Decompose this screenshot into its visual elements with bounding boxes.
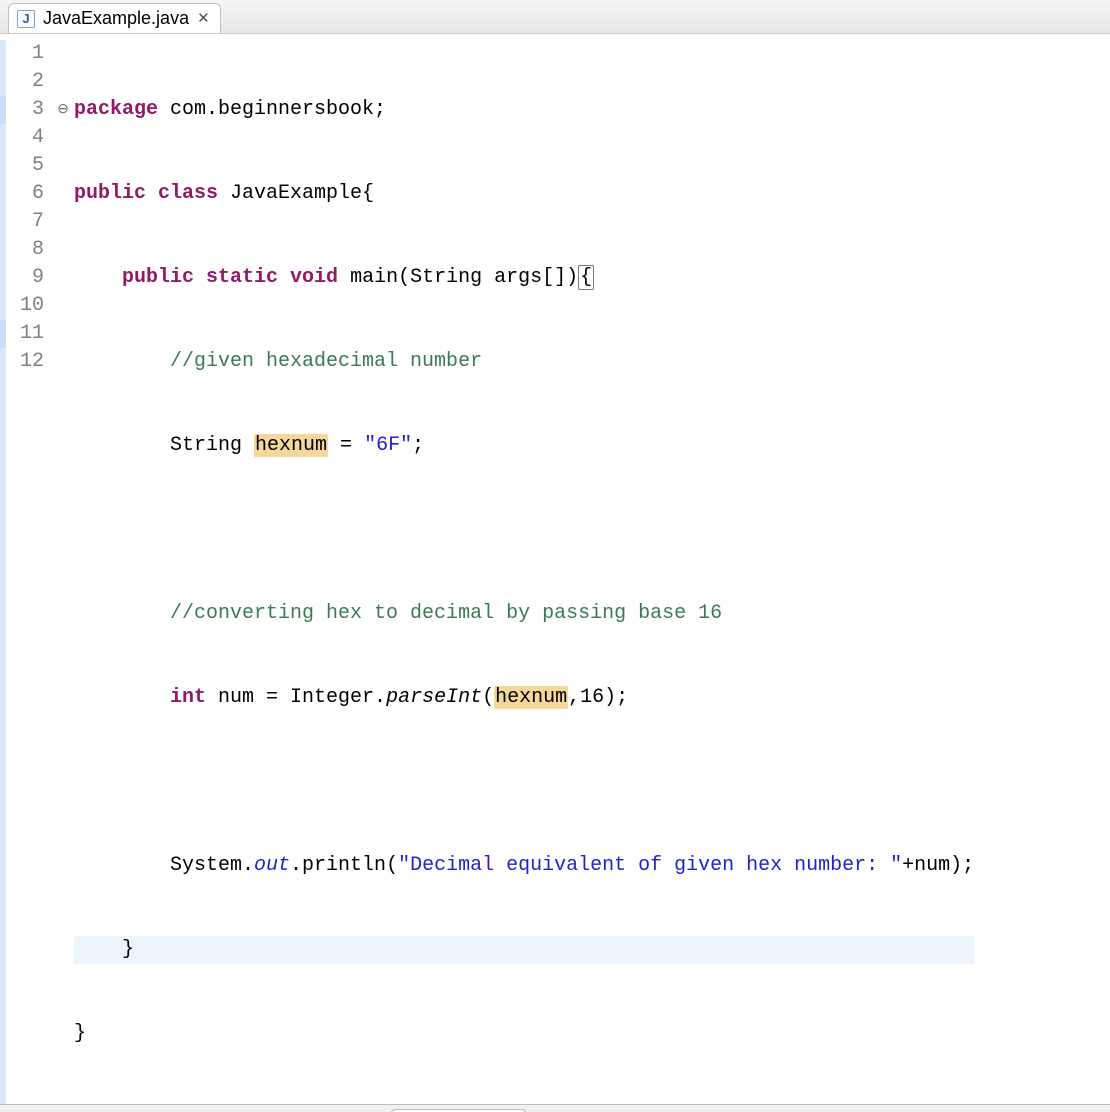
code-line: String hexnum = "6F"; [74, 432, 974, 460]
line-number: 11 [8, 320, 44, 348]
fold-toggle-icon[interactable]: ⊖ [52, 96, 74, 124]
code-line: public class JavaExample{ [74, 180, 974, 208]
line-number: 2 [8, 68, 44, 96]
java-file-icon: J [17, 10, 35, 28]
line-number: 8 [8, 236, 44, 264]
line-number-gutter: 1 2 3 4 5 6 7 8 9 10 11 12 [8, 40, 52, 1104]
line-number: 5 [8, 152, 44, 180]
code-content[interactable]: package com.beginnersbook; public class … [74, 40, 974, 1104]
code-line: int num = Integer.parseInt(hexnum,16); [74, 684, 974, 712]
editor-tab-active[interactable]: J JavaExample.java ✕ [8, 3, 221, 33]
tab-progress[interactable]: Progress [529, 1109, 649, 1112]
line-number: 1 [8, 40, 44, 68]
line-number: 10 [8, 292, 44, 320]
code-line: System.out.println("Decimal equivalent o… [74, 852, 974, 880]
bottom-view-tab-bar: ! Problems @ Javadoc Declaration Console… [0, 1104, 1110, 1112]
tab-console[interactable]: Console ✕ [390, 1109, 527, 1112]
code-line [74, 516, 974, 544]
folding-gutter: ⊖ [52, 40, 74, 1104]
overview-ruler [0, 40, 6, 1104]
code-line: package com.beginnersbook; [74, 96, 974, 124]
close-icon[interactable]: ✕ [197, 9, 210, 28]
line-number: 4 [8, 124, 44, 152]
line-number: 3 [8, 96, 44, 124]
tab-problems[interactable]: ! Problems [6, 1109, 130, 1112]
code-line: //given hexadecimal number [74, 348, 974, 376]
code-line: //converting hex to decimal by passing b… [74, 600, 974, 628]
tab-declaration[interactable]: Declaration [249, 1109, 388, 1112]
editor-tab-filename: JavaExample.java [43, 8, 189, 29]
code-editor[interactable]: 1 2 3 4 5 6 7 8 9 10 11 12 ⊖ package com… [0, 34, 1110, 1104]
code-line: } [74, 936, 974, 964]
code-line: } [74, 1020, 974, 1048]
editor-tab-bar: J JavaExample.java ✕ [0, 0, 1110, 34]
tab-coverage[interactable]: Coverage [651, 1109, 777, 1112]
line-number: 12 [8, 348, 44, 376]
line-number: 6 [8, 180, 44, 208]
code-line: public static void main(String args[]){ [74, 264, 974, 292]
tab-javadoc[interactable]: @ Javadoc [132, 1109, 247, 1112]
line-number: 7 [8, 208, 44, 236]
line-number: 9 [8, 264, 44, 292]
code-line [74, 768, 974, 796]
